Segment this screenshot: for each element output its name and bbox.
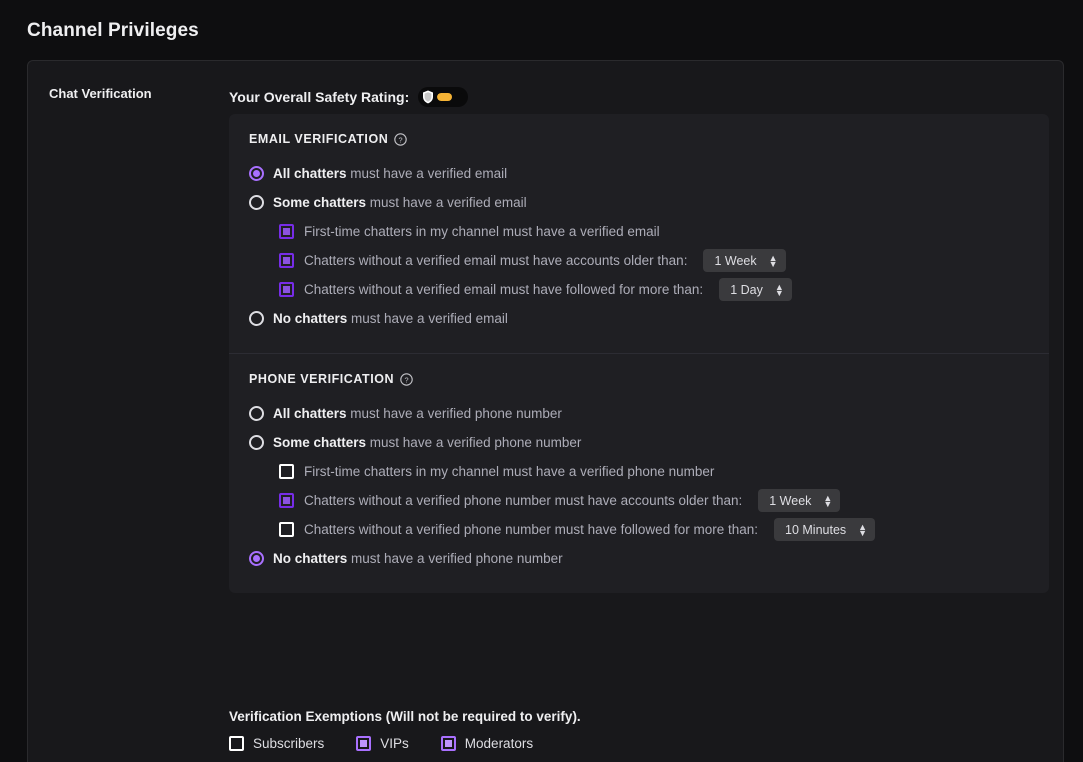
check-row-phone-follow-age[interactable]: Chatters without a verified phone number… [249,515,1029,544]
checkbox-phone-account-age-label: Chatters without a verified phone number… [304,493,743,508]
chevron-updown-icon: ▲ ▼ [774,281,784,298]
svg-text:?: ? [405,375,409,384]
checkbox-email-follow-age-label: Chatters without a verified email must h… [304,282,704,297]
radio-email-some-label: Some chatters must have a verified email [273,195,527,210]
phone-verification-section: PHONE VERIFICATION ? All chatters must h… [229,353,1049,593]
radio-row-email-some[interactable]: Some chatters must have a verified email [249,188,1029,217]
check-row-phone-firsttime[interactable]: First-time chatters in my channel must h… [249,457,1029,486]
exemption-subscribers[interactable]: Subscribers [229,736,324,751]
email-verification-header: EMAIL VERIFICATION ? [249,132,1029,146]
email-verification-section: EMAIL VERIFICATION ? All chatters must h… [229,114,1049,353]
radio-email-some[interactable] [249,195,264,210]
check-row-email-account-age[interactable]: Chatters without a verified email must h… [249,246,1029,275]
checkbox-exemption-vips[interactable] [356,736,372,751]
help-circle-icon[interactable]: ? [394,132,408,146]
check-row-email-firsttime[interactable]: First-time chatters in my channel must h… [249,217,1029,246]
exemption-moderators-label: Moderators [464,736,534,751]
checkbox-email-follow-age[interactable] [279,282,294,297]
checkbox-email-account-age-label: Chatters without a verified email must h… [304,253,688,268]
select-email-account-age[interactable]: 1 Week ▲ ▼ [703,249,786,272]
exemption-vips[interactable]: VIPs [356,736,409,751]
exemption-subscribers-label: Subscribers [253,736,325,751]
page-title: Channel Privileges [27,20,199,41]
shield-icon [423,90,434,104]
select-email-account-age-value: 1 Week [714,253,757,268]
select-phone-account-age[interactable]: 1 Week ▲ ▼ [758,489,841,512]
safety-rating-bar-fill [437,93,453,101]
safety-rating-bar [437,93,465,101]
select-phone-follow-age[interactable]: 10 Minutes ▲ ▼ [774,518,876,541]
verification-panel: EMAIL VERIFICATION ? All chatters must h… [229,114,1049,593]
radio-phone-none[interactable] [249,551,264,566]
exemption-vips-label: VIPs [380,736,409,751]
safety-rating-label: Your Overall Safety Rating: [229,89,410,105]
radio-row-phone-all[interactable]: All chatters must have a verified phone … [249,399,1029,428]
safety-rating-badge [418,87,469,107]
radio-email-all-label: All chatters must have a verified email [273,166,508,181]
phone-verification-header: PHONE VERIFICATION ? [249,372,1029,386]
radio-phone-some-label: Some chatters must have a verified phone… [273,435,582,450]
radio-row-phone-none[interactable]: No chatters must have a verified phone n… [249,544,1029,573]
section-label-chat-verification: Chat Verification [49,86,152,101]
phone-verification-title: PHONE VERIFICATION [249,372,395,386]
checkbox-phone-follow-age[interactable] [279,522,294,537]
help-circle-icon[interactable]: ? [400,372,413,386]
radio-row-email-none[interactable]: No chatters must have a verified email [249,304,1029,333]
radio-row-email-all[interactable]: All chatters must have a verified email [249,159,1029,188]
radio-email-none-label: No chatters must have a verified email [273,311,508,326]
chat-verification-card: Chat Verification Your Overall Safety Ra… [27,60,1064,762]
checkbox-phone-follow-age-label: Chatters without a verified phone number… [304,522,758,537]
check-row-email-follow-age[interactable]: Chatters without a verified email must h… [249,275,1029,304]
checkbox-email-firsttime[interactable] [279,224,294,239]
check-row-phone-account-age[interactable]: Chatters without a verified phone number… [249,486,1029,515]
radio-phone-some[interactable] [249,435,264,450]
exemptions-title: Verification Exemptions (Will not be req… [229,709,581,724]
safety-rating-row: Your Overall Safety Rating: [229,87,469,107]
exemptions-row: Subscribers VIPs Moderators [229,736,555,751]
radio-phone-all-label: All chatters must have a verified phone … [273,406,562,421]
select-phone-follow-age-value: 10 Minutes [785,522,847,537]
checkbox-exemption-moderators[interactable] [440,736,456,751]
checkbox-phone-account-age[interactable] [279,493,294,508]
checkbox-email-account-age[interactable] [279,253,294,268]
radio-row-phone-some[interactable]: Some chatters must have a verified phone… [249,428,1029,457]
chevron-updown-icon: ▲ ▼ [823,492,833,509]
svg-text:?: ? [399,135,403,144]
radio-email-none[interactable] [249,311,264,326]
chevron-updown-icon: ▲ ▼ [858,521,868,538]
checkbox-phone-firsttime[interactable] [279,464,294,479]
checkbox-email-firsttime-label: First-time chatters in my channel must h… [304,224,660,239]
email-verification-title: EMAIL VERIFICATION [249,132,389,146]
checkbox-phone-firsttime-label: First-time chatters in my channel must h… [304,464,715,479]
select-email-follow-age[interactable]: 1 Day ▲ ▼ [719,278,792,301]
radio-phone-none-label: No chatters must have a verified phone n… [273,551,563,566]
select-phone-account-age-value: 1 Week [769,493,812,508]
checkbox-exemption-subscribers[interactable] [229,736,244,751]
exemption-moderators[interactable]: Moderators [440,736,534,751]
radio-phone-all[interactable] [249,406,264,421]
select-email-follow-age-value: 1 Day [730,282,763,297]
chevron-updown-icon: ▲ ▼ [768,252,778,269]
radio-email-all[interactable] [249,166,264,181]
